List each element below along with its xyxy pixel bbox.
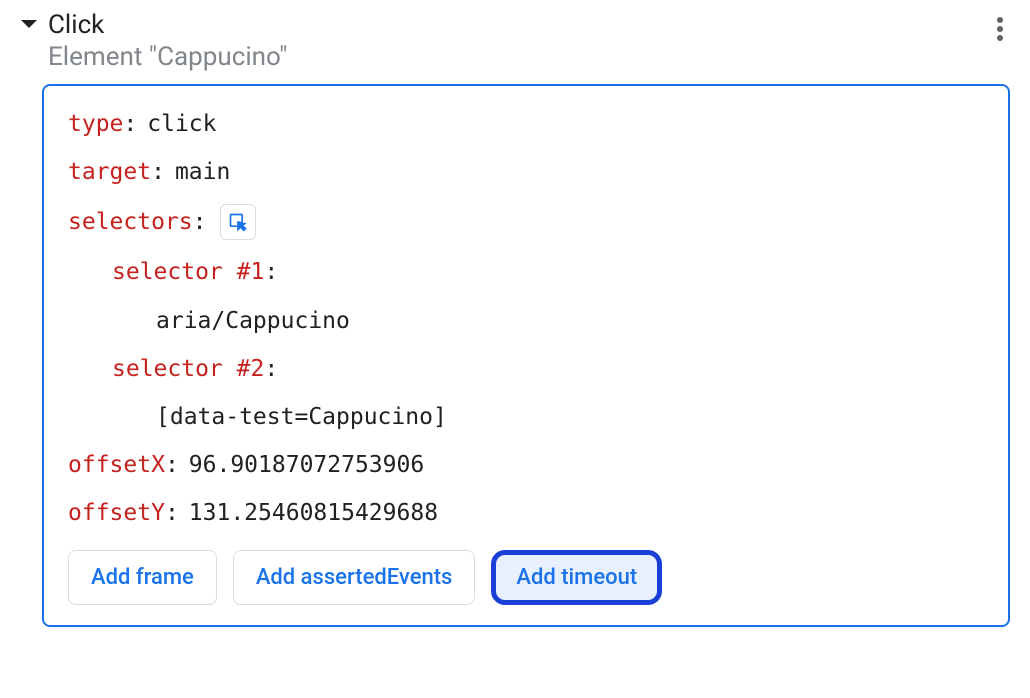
property-value: 96.90187072753906	[189, 449, 424, 481]
property-key: target	[68, 156, 151, 188]
step-title: Click	[48, 10, 287, 40]
more-menu-button[interactable]	[990, 10, 1010, 52]
step-header-left: Click Element "Cappucino"	[20, 10, 287, 72]
selector-value: aria/Cappucino	[156, 305, 350, 337]
selector-label: selector #2	[112, 353, 264, 385]
property-value: main	[175, 156, 230, 188]
property-type[interactable]: type: click	[68, 108, 984, 140]
property-selectors[interactable]: selectors:	[68, 204, 984, 240]
property-key: selectors	[68, 206, 193, 238]
collapse-toggle[interactable]	[20, 16, 38, 35]
element-picker-button[interactable]	[220, 204, 256, 240]
selector-label: selector #1	[112, 256, 264, 288]
step-subtitle: Element "Cappucino"	[48, 42, 287, 72]
more-vert-icon	[996, 16, 1004, 42]
selector-value-row[interactable]: aria/Cappucino	[68, 305, 984, 337]
chevron-down-icon	[20, 17, 38, 31]
property-target[interactable]: target: main	[68, 156, 984, 188]
selector-value-row[interactable]: [data-test=Cappucino]	[68, 401, 984, 433]
property-key: offsetX	[68, 449, 165, 481]
property-value: 131.25460815429688	[189, 497, 438, 529]
property-key: type	[68, 108, 123, 140]
title-group: Click Element "Cappucino"	[48, 10, 287, 72]
selector-value: [data-test=Cappucino]	[156, 401, 447, 433]
property-offsety[interactable]: offsetY: 131.25460815429688	[68, 497, 984, 529]
step-details-panel: type: click target: main selectors: sele…	[42, 84, 1010, 627]
element-picker-icon	[228, 212, 248, 232]
property-offsetx[interactable]: offsetX: 96.90187072753906	[68, 449, 984, 481]
selector-item[interactable]: selector #2:	[68, 353, 984, 385]
button-row: Add frame Add assertedEvents Add timeout	[68, 550, 984, 605]
add-timeout-button[interactable]: Add timeout	[491, 550, 662, 605]
step-header: Click Element "Cappucino"	[20, 10, 1010, 72]
property-value: click	[147, 108, 216, 140]
add-frame-button[interactable]: Add frame	[68, 550, 217, 605]
add-asserted-events-button[interactable]: Add assertedEvents	[233, 550, 476, 605]
selector-item[interactable]: selector #1:	[68, 256, 984, 288]
property-key: offsetY	[68, 497, 165, 529]
